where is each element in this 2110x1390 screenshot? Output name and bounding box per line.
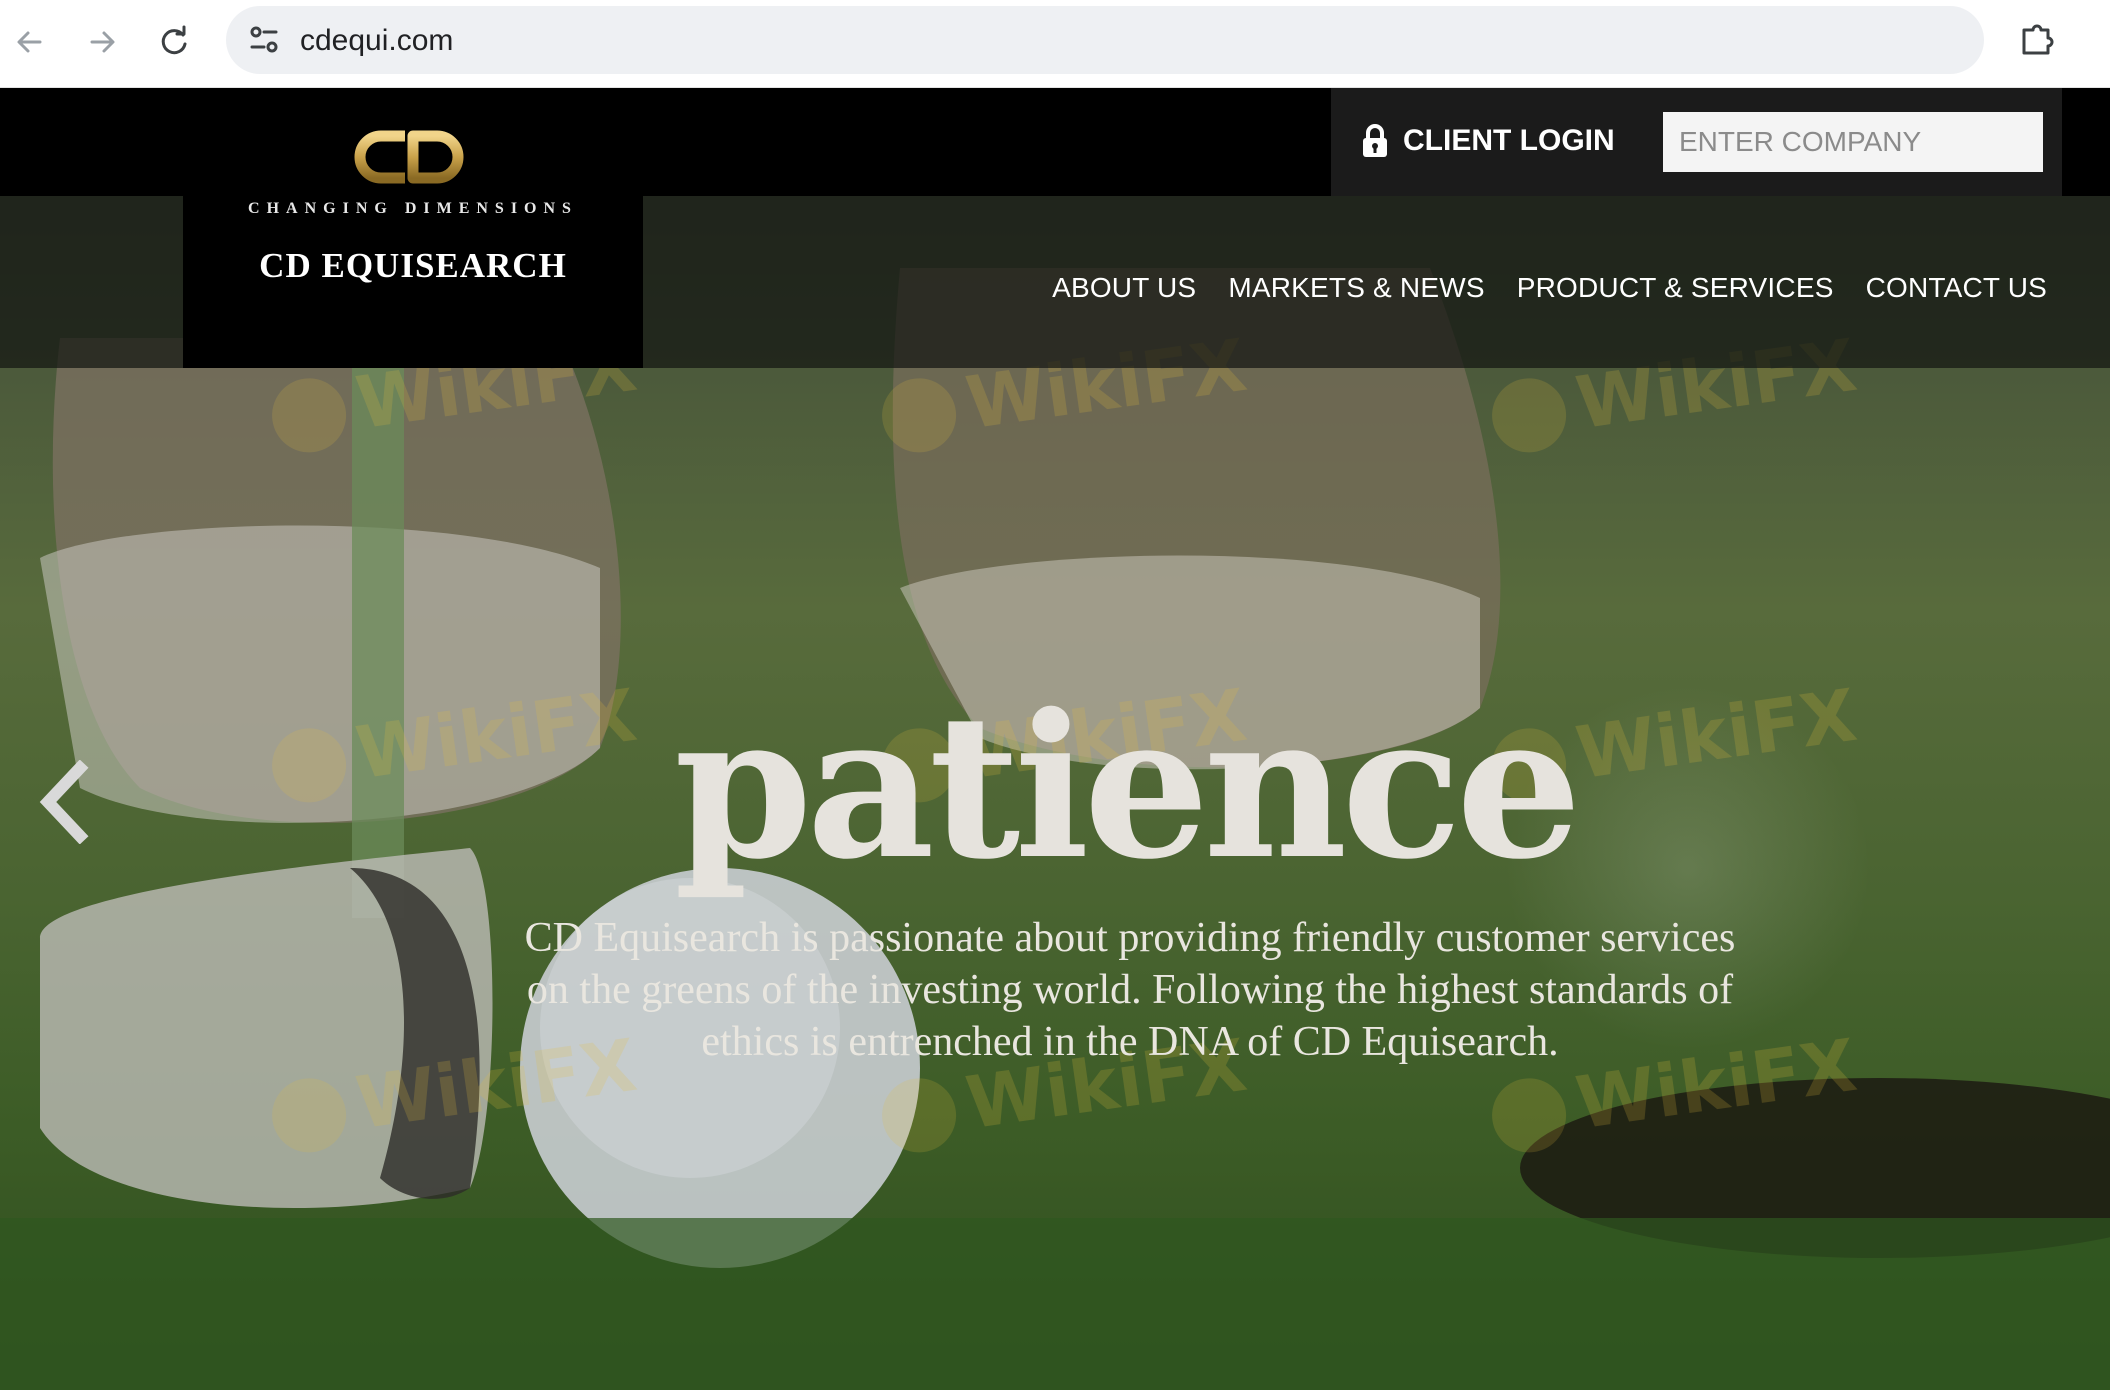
nav-contact-us[interactable]: CONTACT US: [1866, 272, 2047, 304]
hero-section: WikiFX WikiFX WikiFX WikiFX WikiFX WikiF…: [0, 88, 2110, 1390]
logo-tagline: CHANGING DIMENSIONS: [248, 200, 578, 217]
nav-product-services[interactable]: PRODUCT & SERVICES: [1517, 272, 1834, 304]
site-logo[interactable]: CHANGING DIMENSIONS CD EQUISEARCH: [183, 88, 643, 368]
back-arrow-icon[interactable]: [8, 20, 52, 64]
slide-description: CD Equisearch is passionate about provid…: [524, 915, 1736, 1065]
forward-arrow-icon[interactable]: [80, 20, 124, 64]
nav-about-us[interactable]: ABOUT US: [1052, 272, 1196, 304]
slide-headline: patience: [674, 670, 1582, 903]
client-login-link[interactable]: CLIENT LOGIN: [1403, 124, 1615, 158]
browser-toolbar: cdequi.com: [0, 0, 2110, 88]
address-bar[interactable]: cdequi.com: [226, 6, 1984, 74]
main-navigation: ABOUT US MARKETS & NEWS PRODUCT & SERVIC…: [1052, 272, 2047, 304]
site-info-icon[interactable]: [244, 20, 284, 60]
logo-company-name: CD EQUISEARCH: [259, 246, 567, 285]
reload-icon[interactable]: [152, 20, 196, 64]
cd-monogram-icon: [354, 130, 464, 184]
lock-icon: [1363, 124, 1387, 157]
company-input[interactable]: [1663, 112, 2043, 172]
client-login-panel: CLIENT LOGIN: [1331, 88, 2062, 196]
extensions-icon[interactable]: [2016, 18, 2058, 60]
url-text[interactable]: cdequi.com: [300, 24, 453, 58]
nav-markets-news[interactable]: MARKETS & NEWS: [1228, 272, 1484, 304]
